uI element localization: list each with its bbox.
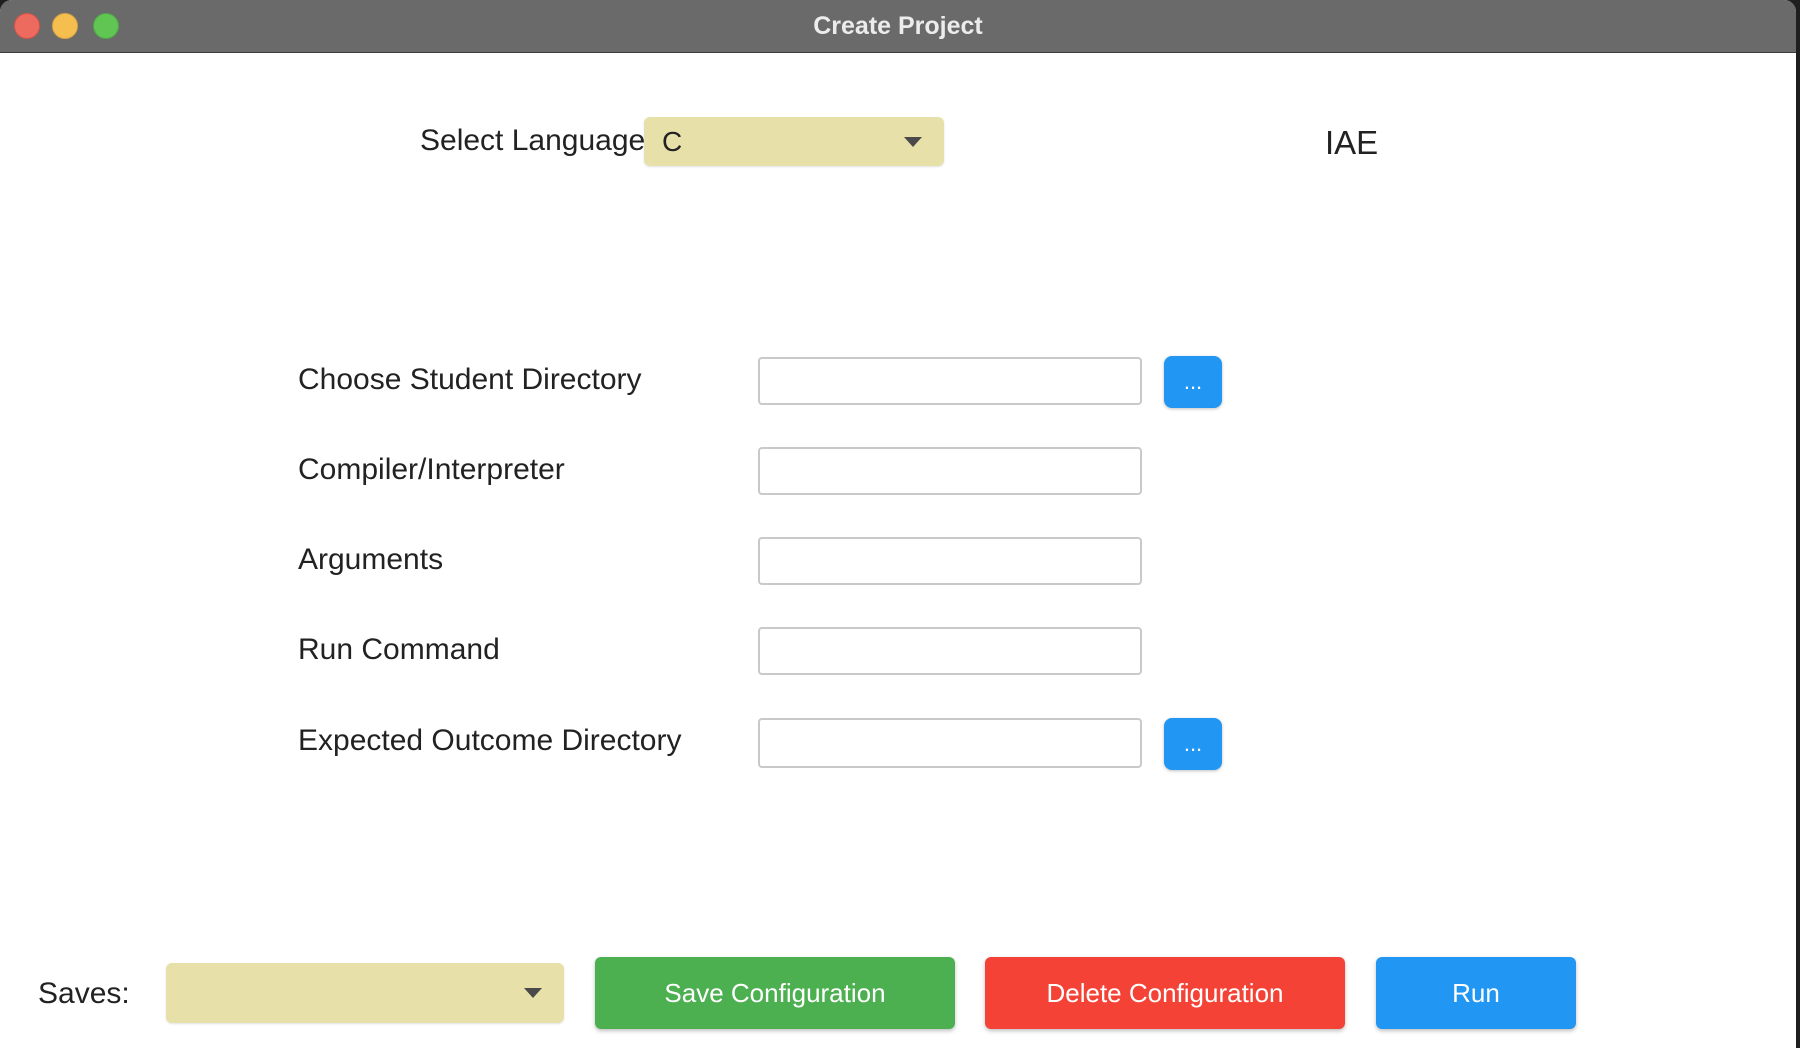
saves-label: Saves: <box>38 977 130 1010</box>
expected-outcome-directory-label: Expected Outcome Directory <box>298 724 682 757</box>
title-bar[interactable]: Create Project <box>0 0 1796 53</box>
chevron-down-icon <box>904 136 922 147</box>
select-language-label: Select Language <box>420 124 646 157</box>
run-command-input[interactable] <box>758 627 1142 675</box>
maximize-window-button[interactable] <box>93 13 119 39</box>
run-button[interactable]: Run <box>1376 957 1576 1029</box>
language-select-value: C <box>662 125 683 157</box>
chevron-down-icon <box>524 988 542 998</box>
delete-configuration-button[interactable]: Delete Configuration <box>985 957 1345 1029</box>
minimize-window-button[interactable] <box>52 13 78 39</box>
app-name-label: IAE <box>1325 124 1379 161</box>
student-directory-input[interactable] <box>758 357 1142 405</box>
save-configuration-button[interactable]: Save Configuration <box>595 957 955 1029</box>
compiler-interpreter-input[interactable] <box>758 447 1142 495</box>
browse-expected-outcome-button[interactable]: ... <box>1164 718 1222 770</box>
arguments-label: Arguments <box>298 543 444 576</box>
compiler-interpreter-label: Compiler/Interpreter <box>298 453 565 486</box>
create-project-window: Create Project Select Language C IAE Cho… <box>0 0 1796 1048</box>
close-window-button[interactable] <box>14 13 40 39</box>
expected-outcome-directory-input[interactable] <box>758 718 1142 768</box>
run-command-label: Run Command <box>298 633 500 666</box>
student-directory-label: Choose Student Directory <box>298 363 642 396</box>
browse-student-directory-button[interactable]: ... <box>1164 356 1222 408</box>
window-title: Create Project <box>813 11 983 40</box>
arguments-input[interactable] <box>758 537 1142 585</box>
language-select[interactable]: C <box>644 117 944 166</box>
saves-select[interactable] <box>166 963 564 1023</box>
